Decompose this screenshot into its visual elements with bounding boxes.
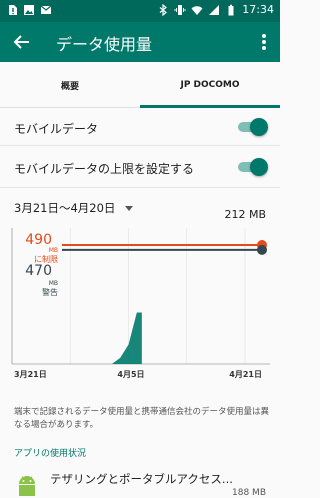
app-usage-row[interactable]: テザリングとポータブルアクセス... 188 MB xyxy=(0,466,280,498)
vibrate-icon xyxy=(174,4,186,15)
tab-overview[interactable]: 概要 xyxy=(0,62,140,108)
status-time: 17:34 xyxy=(242,3,274,16)
mobile-data-switch[interactable] xyxy=(236,118,268,136)
mobile-data-label: モバイルデータ xyxy=(14,122,99,136)
switch-thumb xyxy=(250,118,268,136)
x-tick-label-mid: 4月5日 xyxy=(117,370,144,379)
usage-area xyxy=(12,312,142,364)
mobile-data-limit-switch[interactable] xyxy=(236,158,268,176)
app-usage-section-title: アプリの使用状況 xyxy=(14,449,87,459)
cycle-dropdown[interactable]: 3月21日〜4月20日 xyxy=(14,200,134,216)
wifi-icon xyxy=(191,5,203,15)
usage-chart: 490 MB に制限 470 MB 警告 3月21日 4月5日 4月21日 xyxy=(11,228,270,379)
mobile-data-limit-label: モバイルデータの上限を設定する xyxy=(14,162,195,176)
warning-handle[interactable] xyxy=(257,244,267,255)
mobile-data-row[interactable]: モバイルデータ xyxy=(0,108,280,146)
bluetooth-icon xyxy=(159,3,168,16)
sim-card-alert-icon xyxy=(9,5,17,15)
warning-unit: MB xyxy=(49,280,58,287)
image-icon xyxy=(24,5,34,15)
page-title: データ使用量 xyxy=(56,35,153,54)
android-icon xyxy=(19,476,35,496)
app-size: 188 MB xyxy=(232,488,266,498)
switch-thumb xyxy=(250,158,268,176)
cycle-total: 212 MB xyxy=(224,208,266,221)
more-vert-icon[interactable] xyxy=(256,30,272,54)
warning-value: 470 xyxy=(25,263,52,279)
signal-icon xyxy=(209,4,220,15)
limit-unit: MB xyxy=(49,247,58,254)
tab-jp-docomo[interactable]: JP DOCOMO xyxy=(140,62,280,108)
app-name: テザリングとポータブルアクセス... xyxy=(50,472,233,486)
data-usage-note: 端末で記録されるデータ使用量と携帯通信会社のデータ使用量は異なる場合があります。 xyxy=(14,407,270,430)
x-tick-label-end: 4月21日 xyxy=(229,370,262,379)
battery-icon xyxy=(228,4,234,15)
chevron-down-icon xyxy=(125,205,134,211)
x-tick-label-start: 3月21日 xyxy=(14,370,47,379)
mobile-data-limit-row[interactable]: モバイルデータの上限を設定する xyxy=(0,146,280,188)
warning-label: 警告 xyxy=(42,287,58,297)
arrow-back-icon[interactable] xyxy=(10,30,34,54)
limit-value: 490 xyxy=(25,232,52,248)
cycle-label: 3月21日〜4月20日 xyxy=(14,201,116,215)
tab-bar: 概要 JP DOCOMO xyxy=(0,62,280,108)
status-bar: 17:34 xyxy=(0,0,280,22)
toolbar: データ使用量 xyxy=(0,22,280,62)
gmail-icon xyxy=(40,5,52,14)
